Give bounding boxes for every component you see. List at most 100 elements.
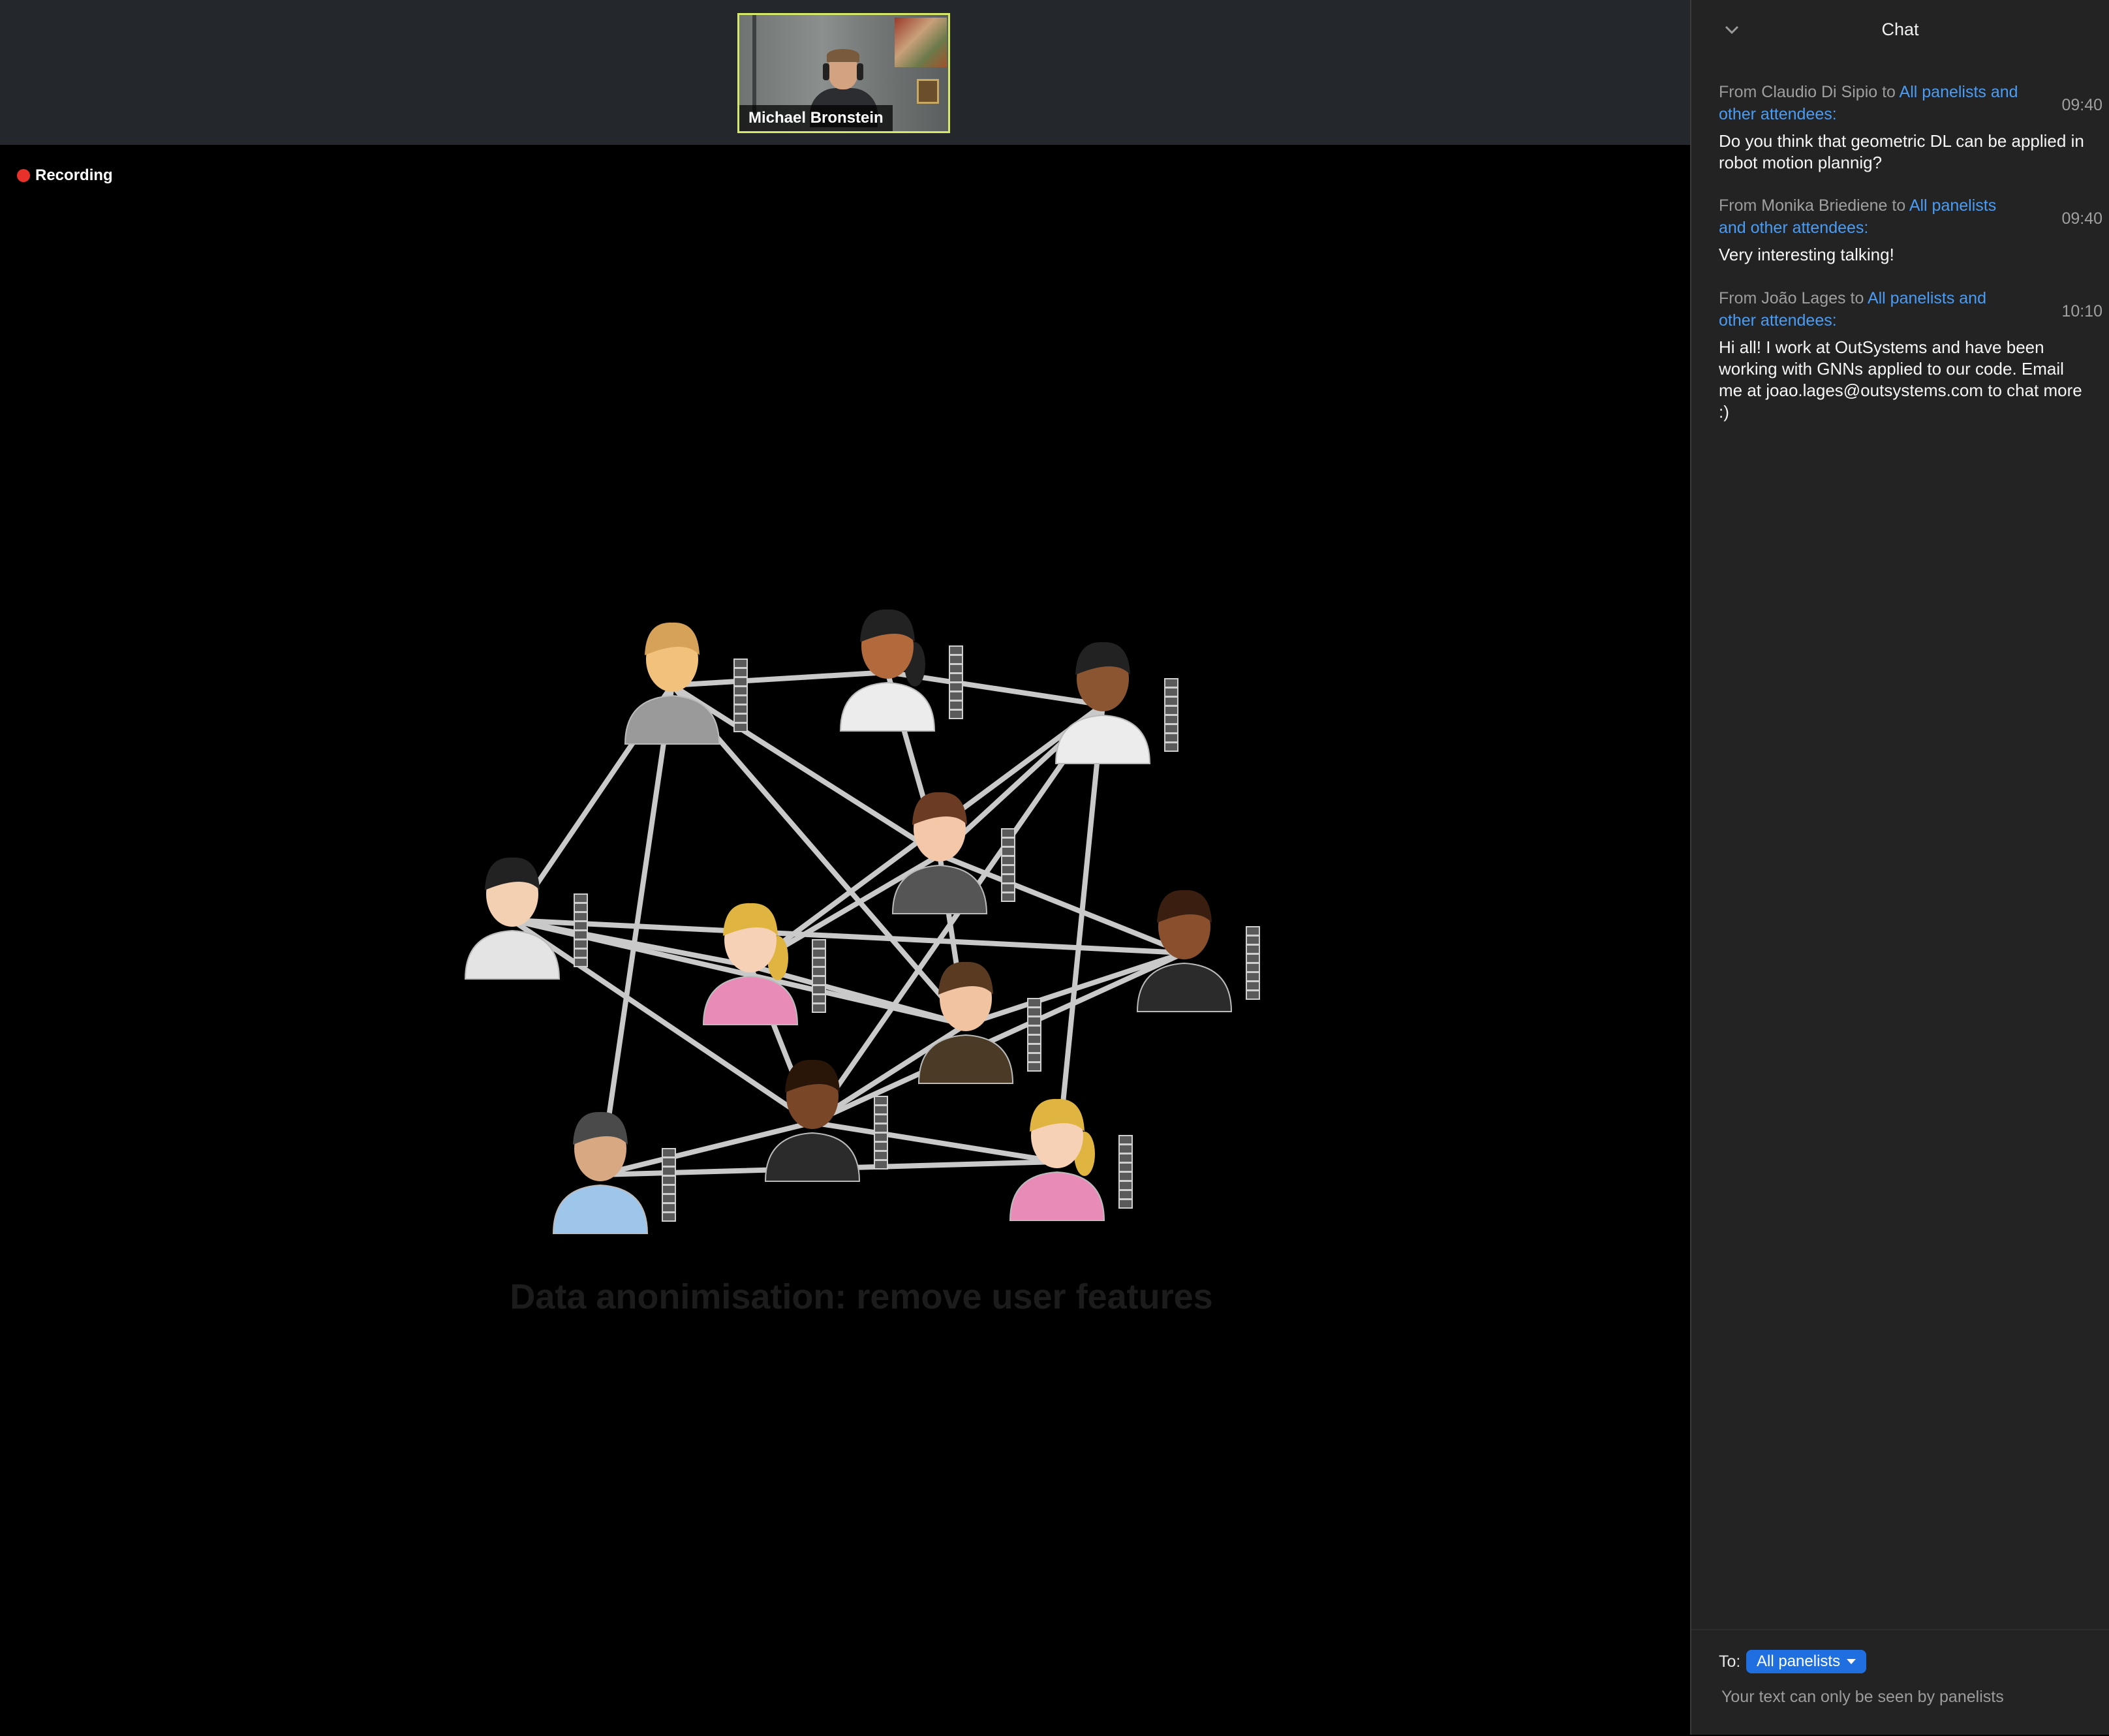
feature-cell bbox=[1164, 733, 1178, 743]
feature-cell bbox=[662, 1185, 676, 1194]
feature-cell bbox=[1001, 828, 1015, 838]
feature-cell bbox=[1246, 953, 1260, 963]
feature-cell bbox=[1118, 1171, 1133, 1181]
caret-down-icon bbox=[1847, 1659, 1856, 1664]
feature-cell bbox=[1027, 1044, 1041, 1053]
chat-message: From João Lages to All panelists and oth… bbox=[1719, 287, 2102, 423]
chat-header: Chat bbox=[1691, 0, 2109, 64]
message-header: From Monika Briediene to All panelists a… bbox=[1719, 194, 2102, 239]
feature-cell bbox=[1246, 990, 1260, 1000]
feature-cell bbox=[874, 1160, 888, 1170]
feature-cell bbox=[1027, 1007, 1041, 1017]
feature-cell bbox=[662, 1212, 676, 1222]
feature-cell bbox=[874, 1151, 888, 1160]
feature-cell bbox=[1164, 687, 1178, 697]
feature-cell bbox=[733, 722, 748, 732]
feature-cell bbox=[662, 1175, 676, 1185]
feature-cell bbox=[1164, 705, 1178, 715]
feature-cell bbox=[1246, 935, 1260, 945]
avatar-body bbox=[839, 681, 936, 732]
feature-cell bbox=[874, 1132, 888, 1142]
message-sender: João Lages bbox=[1761, 289, 1846, 307]
chat-title: Chat bbox=[1881, 20, 1919, 39]
recipient-select-value: All panelists bbox=[1757, 1652, 1841, 1670]
feature-cell bbox=[574, 921, 588, 931]
feature-vector bbox=[1001, 828, 1015, 902]
feature-cell bbox=[1246, 926, 1260, 936]
feature-cell bbox=[1164, 678, 1178, 688]
message-text: Do you think that geometric DL can be ap… bbox=[1719, 131, 2084, 172]
feature-cell bbox=[574, 939, 588, 949]
feature-cell bbox=[1118, 1199, 1133, 1209]
feature-vector bbox=[574, 893, 588, 967]
feature-cell bbox=[662, 1166, 676, 1176]
feature-cell bbox=[812, 967, 826, 976]
message-prefix: From bbox=[1719, 289, 1762, 307]
feature-cell bbox=[733, 713, 748, 723]
feature-cell bbox=[949, 655, 963, 664]
shared-slide-graph bbox=[464, 609, 1260, 1234]
avatar-body bbox=[1054, 714, 1151, 764]
message-header: From João Lages to All panelists and oth… bbox=[1719, 287, 2102, 332]
feature-cell bbox=[662, 1157, 676, 1167]
message-prefix: From bbox=[1719, 83, 1762, 101]
message-prefix: From bbox=[1719, 196, 1762, 215]
avatar-body bbox=[624, 694, 720, 745]
feature-cell bbox=[1118, 1162, 1133, 1172]
feature-cell bbox=[662, 1148, 676, 1158]
user-avatar-icon bbox=[917, 961, 1014, 1084]
feature-cell bbox=[733, 695, 748, 705]
feature-cell bbox=[1027, 1053, 1041, 1062]
feature-cell bbox=[1246, 963, 1260, 972]
feature-cell bbox=[949, 682, 963, 692]
feature-vector bbox=[1027, 998, 1041, 1072]
user-avatar-icon bbox=[1054, 642, 1151, 764]
feature-cell bbox=[733, 659, 748, 668]
slide-caption: Data anonimisation: remove user features bbox=[510, 1277, 1213, 1316]
message-text: Very interesting talking! bbox=[1719, 245, 1894, 264]
avatar-body bbox=[464, 929, 561, 980]
feature-cell bbox=[733, 686, 748, 696]
feature-vector bbox=[812, 939, 826, 1013]
feature-cell bbox=[574, 903, 588, 912]
feature-cell bbox=[733, 704, 748, 714]
message-to-word: to bbox=[1877, 83, 1900, 101]
feature-cell bbox=[1001, 846, 1015, 856]
feature-cell bbox=[949, 691, 963, 701]
message-time: 09:40 bbox=[2061, 96, 2102, 114]
message-header: From Claudio Di Sipio to All panelists a… bbox=[1719, 81, 2102, 125]
feature-cell bbox=[1027, 1062, 1041, 1072]
user-avatar-icon bbox=[839, 609, 936, 732]
feature-cell bbox=[1001, 865, 1015, 875]
feature-cell bbox=[574, 912, 588, 922]
feature-cell bbox=[733, 677, 748, 687]
feature-cell bbox=[812, 976, 826, 985]
feature-cell bbox=[949, 700, 963, 710]
feature-cell bbox=[1164, 715, 1178, 724]
message-to-word: to bbox=[1887, 196, 1909, 215]
avatar-body bbox=[764, 1132, 861, 1182]
feature-cell bbox=[1027, 1034, 1041, 1044]
feature-cell bbox=[949, 645, 963, 655]
feature-cell bbox=[812, 994, 826, 1004]
feature-cell bbox=[874, 1105, 888, 1115]
feature-cell bbox=[574, 930, 588, 940]
message-text: Hi all! I work at OutSystems and have be… bbox=[1719, 337, 2082, 422]
feature-vector bbox=[1246, 926, 1260, 1000]
feature-cell bbox=[812, 939, 826, 949]
feature-vector bbox=[733, 659, 748, 732]
feature-cell bbox=[949, 664, 963, 674]
feature-cell bbox=[1001, 856, 1015, 865]
avatar-body bbox=[1009, 1171, 1105, 1221]
feature-cell bbox=[1001, 874, 1015, 884]
chat-message: From Monika Briediene to All panelists a… bbox=[1719, 194, 2102, 266]
recipient-select[interactable]: All panelists bbox=[1746, 1650, 1867, 1673]
avatar-body bbox=[552, 1184, 649, 1234]
feature-cell bbox=[1027, 998, 1041, 1008]
privacy-note: Your text can only be seen by panelists bbox=[1721, 1688, 2004, 1706]
user-avatar-icon bbox=[702, 903, 799, 1025]
feature-cell bbox=[1118, 1190, 1133, 1200]
feature-cell bbox=[812, 1003, 826, 1013]
feature-cell bbox=[949, 709, 963, 719]
feature-vector bbox=[1164, 678, 1178, 752]
